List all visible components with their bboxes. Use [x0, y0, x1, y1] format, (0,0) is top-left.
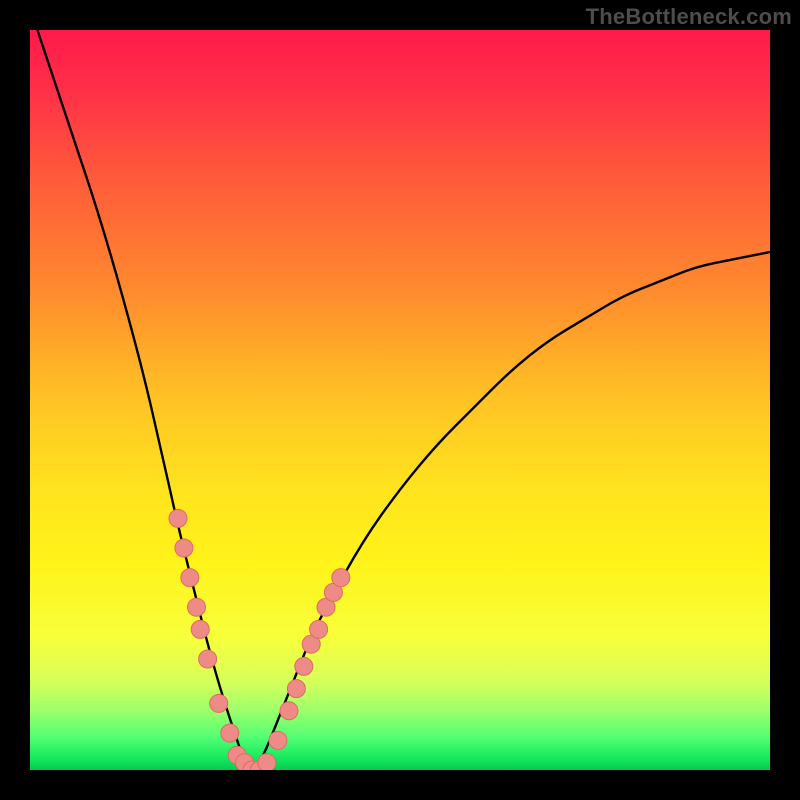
data-marker — [221, 724, 239, 742]
bottleneck-chart — [30, 30, 770, 770]
data-marker — [175, 539, 193, 557]
data-marker — [188, 598, 206, 616]
data-marker — [269, 731, 287, 749]
chart-frame: TheBottleneck.com — [0, 0, 800, 800]
data-marker — [280, 702, 298, 720]
data-marker — [295, 657, 313, 675]
data-marker — [210, 694, 228, 712]
data-marker — [310, 620, 328, 638]
heat-gradient-bg — [30, 30, 770, 770]
data-marker — [169, 509, 187, 527]
plot-area — [30, 30, 770, 770]
data-marker — [258, 754, 276, 770]
data-marker — [199, 650, 217, 668]
data-marker — [287, 680, 305, 698]
watermark-text: TheBottleneck.com — [586, 4, 792, 30]
data-marker — [332, 569, 350, 587]
data-marker — [181, 569, 199, 587]
data-marker — [191, 620, 209, 638]
